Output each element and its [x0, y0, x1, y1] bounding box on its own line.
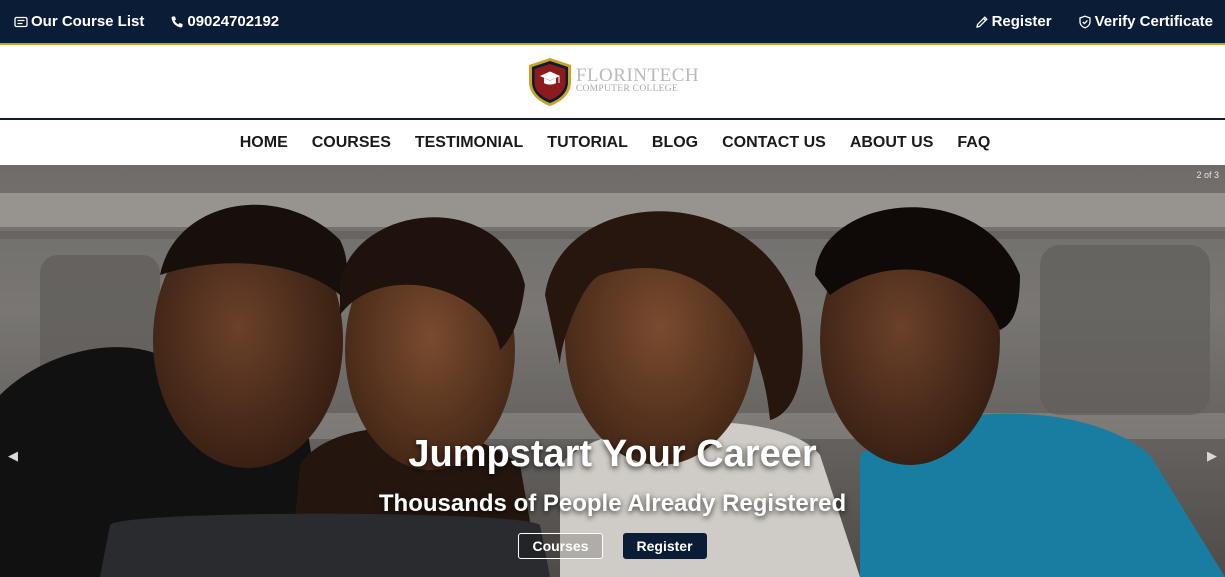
- phone-link[interactable]: 09024702192: [170, 13, 279, 30]
- phone-number: 09024702192: [187, 13, 280, 30]
- main-nav: HOME COURSES TESTIMONIAL TUTORIAL BLOG C…: [0, 120, 1225, 165]
- register-label: Register: [991, 13, 1052, 30]
- shield-check-icon: [1078, 15, 1092, 29]
- register-link[interactable]: Register: [975, 13, 1052, 30]
- verify-certificate-label: Verify Certificate: [1094, 13, 1213, 30]
- nav-item-home[interactable]: HOME: [228, 134, 300, 152]
- course-list-link[interactable]: Our Course List: [14, 13, 144, 30]
- pencil-icon: [975, 15, 989, 29]
- nav-item-tutorial[interactable]: TUTORIAL: [535, 134, 640, 152]
- college-logo[interactable]: FLORINTECH COMPUTER COLLEGE: [526, 56, 699, 108]
- register-button[interactable]: Register: [622, 533, 707, 559]
- hero-slider: 2 of 3 ◀ ▶ Jumpstart Your Career Thousan…: [0, 165, 1225, 577]
- top-bar-right: Register Verify Certificate: [975, 13, 1213, 30]
- logo-name: FLORINTECH: [575, 65, 700, 87]
- logo-band: FLORINTECH COMPUTER COLLEGE: [0, 45, 1225, 120]
- verify-certificate-link[interactable]: Verify Certificate: [1078, 13, 1213, 30]
- shield-graduation-cap-icon: [526, 56, 574, 108]
- nav-item-about-us[interactable]: ABOUT US: [838, 134, 946, 152]
- nav-list: HOME COURSES TESTIMONIAL TUTORIAL BLOG C…: [228, 134, 1003, 152]
- hero-subheadline: Thousands of People Already Registered: [378, 490, 847, 517]
- phone-icon: [170, 15, 184, 29]
- top-bar-left: Our Course List 09024702192: [14, 13, 279, 30]
- logo-wordmark: FLORINTECH COMPUTER COLLEGE: [576, 66, 699, 95]
- course-list-label: Our Course List: [31, 13, 145, 30]
- nav-item-faq[interactable]: FAQ: [945, 134, 1002, 152]
- slide-counter: 2 of 3: [1196, 170, 1219, 180]
- list-card-icon: [14, 15, 28, 29]
- nav-item-contact-us[interactable]: CONTACT US: [710, 134, 838, 152]
- nav-item-blog[interactable]: BLOG: [640, 134, 710, 152]
- nav-item-testimonial[interactable]: TESTIMONIAL: [403, 134, 535, 152]
- logo-subtitle: COMPUTER COLLEGE: [575, 84, 679, 95]
- hero-buttons: Courses Register: [0, 533, 1225, 559]
- nav-item-courses[interactable]: COURSES: [300, 134, 403, 152]
- courses-button[interactable]: Courses: [518, 533, 603, 559]
- top-bar: Our Course List 09024702192 Register Ver…: [0, 0, 1225, 45]
- hero-headline: Jumpstart Your Career: [408, 433, 817, 475]
